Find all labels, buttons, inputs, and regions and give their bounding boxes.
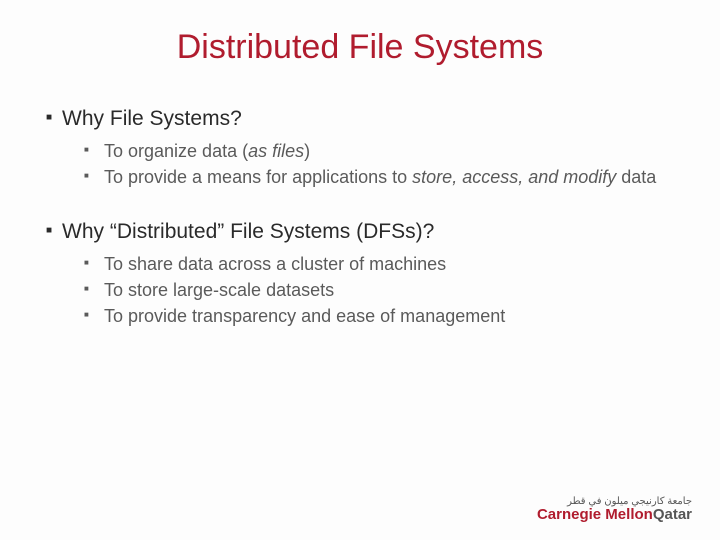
list-item: To provide a means for applications to s… (84, 165, 680, 189)
list-item: To store large-scale datasets (84, 278, 680, 302)
item-em: as files (248, 141, 304, 161)
section-why-dfs: Why “Distributed” File Systems (DFSs)? T… (40, 220, 680, 329)
item-em: store, access, and modify (412, 167, 616, 187)
item-text: ) (304, 141, 310, 161)
slide: Distributed File Systems Why File System… (0, 0, 720, 540)
logo-qatar-text: Qatar (653, 506, 692, 523)
item-text: To provide a means for applications to (104, 167, 412, 187)
slide-title: Distributed File Systems (40, 28, 680, 67)
sub-list: To organize data (as files) To provide a… (40, 139, 680, 190)
list-item: To share data across a cluster of machin… (84, 252, 680, 276)
logo: جامعة كارنيجي ميلون في قطر Carnegie Mell… (537, 497, 692, 522)
section-heading: Why File Systems? (40, 107, 680, 131)
sub-list: To share data across a cluster of machin… (40, 252, 680, 329)
section-why-fs: Why File Systems? To organize data (as f… (40, 107, 680, 190)
list-item: To provide transparency and ease of mana… (84, 304, 680, 328)
item-text: To organize data ( (104, 141, 248, 161)
logo-main: Carnegie MellonQatar (537, 507, 692, 522)
logo-cm-text: Carnegie Mellon (537, 506, 653, 523)
section-heading: Why “Distributed” File Systems (DFSs)? (40, 220, 680, 244)
item-text: data (616, 167, 656, 187)
item-text: To provide transparency and ease of mana… (104, 306, 505, 326)
item-text: To store large-scale datasets (104, 280, 334, 300)
item-text: To share data across a cluster of machin… (104, 254, 446, 274)
list-item: To organize data (as files) (84, 139, 680, 163)
